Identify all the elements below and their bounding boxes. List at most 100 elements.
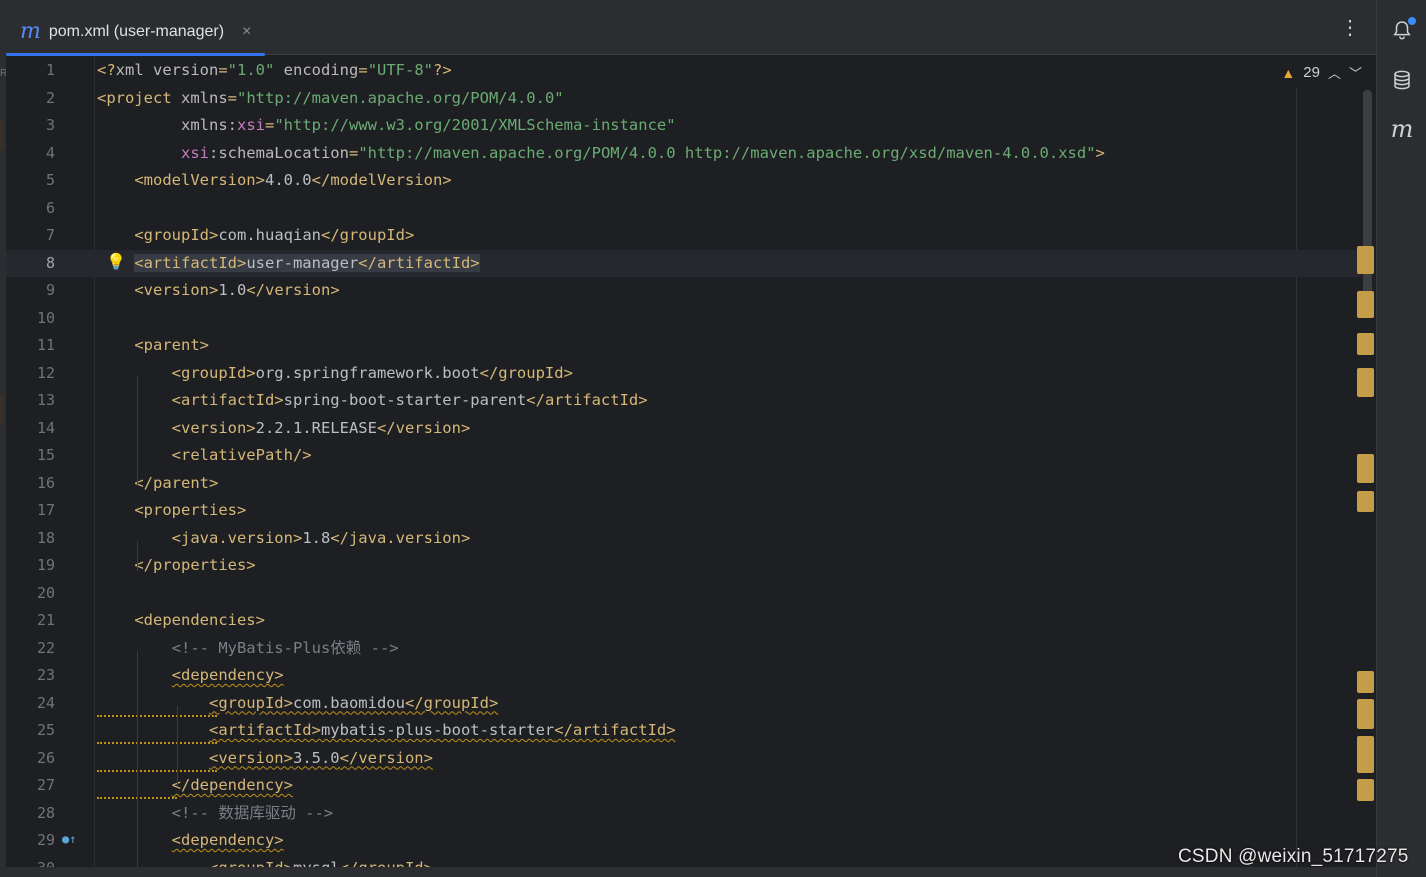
code-line[interactable]: 15 <relativePath/> bbox=[6, 442, 1361, 470]
line-number: 21 bbox=[36, 611, 55, 629]
close-icon[interactable]: × bbox=[242, 23, 251, 41]
code-line[interactable]: 6 bbox=[6, 195, 1361, 223]
warning-squiggle bbox=[97, 739, 217, 744]
code-text: <project xmlns="http://maven.apache.org/… bbox=[97, 85, 564, 113]
indent-guide bbox=[137, 376, 138, 486]
warning-marker[interactable] bbox=[1357, 291, 1374, 318]
code-line[interactable]: 26 <version>3.5.0</version> bbox=[6, 745, 1361, 773]
code-token: </version> bbox=[376, 418, 471, 437]
code-line[interactable]: 11 <parent> bbox=[6, 332, 1361, 360]
warning-marker[interactable] bbox=[1357, 779, 1374, 801]
code-line[interactable]: 18 <java.version>1.8</java.version> bbox=[6, 525, 1361, 553]
code-line[interactable]: 23 <dependency> bbox=[6, 662, 1361, 690]
tab-title: pom.xml (user-manager) bbox=[48, 22, 225, 40]
code-line[interactable]: 8 <artifactId>user-manager</artifactId> 💡 bbox=[6, 249, 1361, 277]
maven-tool-icon[interactable]: m bbox=[1390, 115, 1414, 143]
code-text: <groupId>org.springframework.boot</group… bbox=[97, 360, 573, 388]
code-token: <? bbox=[97, 61, 116, 79]
code-line[interactable]: 4 xsi:schemaLocation="http://maven.apach… bbox=[6, 140, 1361, 168]
code-line[interactable]: 9 <version>1.0</version> bbox=[6, 277, 1361, 305]
code-line[interactable]: 1 <?xml version="1.0" encoding="UTF-8"?> bbox=[6, 57, 1361, 85]
code-text: <groupId>com.huaqian</groupId> bbox=[97, 222, 414, 250]
database-icon[interactable] bbox=[1390, 68, 1414, 92]
code-token: </artifactId> bbox=[526, 391, 648, 409]
previous-highlight-icon[interactable]: ︿ bbox=[1328, 63, 1341, 82]
code-editor[interactable]: 1 <?xml version="1.0" encoding="UTF-8"?> 2… bbox=[6, 56, 1376, 867]
line-number: 26 bbox=[36, 748, 55, 767]
maven-file-icon: m bbox=[20, 18, 41, 44]
warning-marker[interactable] bbox=[1357, 246, 1374, 274]
code-line[interactable]: 10 bbox=[6, 305, 1361, 333]
line-number: 3 bbox=[45, 116, 55, 134]
code-text: <!-- MyBatis-Plus依赖 --> bbox=[97, 635, 399, 663]
warning-marker[interactable] bbox=[1357, 454, 1374, 483]
code-token: xmlns bbox=[181, 88, 228, 107]
code-token: </version> bbox=[339, 748, 433, 767]
code-line[interactable]: 14 <version>2.2.1.RELEASE</version> bbox=[6, 415, 1361, 443]
warning-marker[interactable] bbox=[1357, 699, 1374, 729]
code-line[interactable]: 7 <groupId>com.huaqian</groupId> bbox=[6, 222, 1361, 250]
code-line[interactable]: 20 bbox=[6, 580, 1361, 608]
code-line[interactable]: 19 </properties> bbox=[6, 552, 1361, 580]
lightbulb-icon[interactable]: 💡 bbox=[106, 252, 126, 271]
code-line[interactable]: 27 </dependency> bbox=[6, 772, 1361, 800]
code-token: </groupId> bbox=[404, 693, 499, 712]
code-line[interactable]: 25 <artifactId>mybatis-plus-boot-starter… bbox=[6, 717, 1361, 745]
watermark: CSDN @weixin_51717275 bbox=[1178, 846, 1409, 867]
line-number: 24 bbox=[36, 693, 55, 712]
code-token: <parent> bbox=[97, 336, 209, 354]
code-token: <!-- MyBatis-Plus依赖 --> bbox=[97, 638, 399, 657]
code-line[interactable]: 16 </parent> bbox=[6, 470, 1361, 498]
line-number: 17 bbox=[36, 501, 55, 519]
code-token: <groupId> bbox=[97, 226, 219, 244]
tab-pom-xml[interactable]: m pom.xml (user-manager) × bbox=[6, 8, 266, 56]
code-token: 3.5.0 bbox=[292, 748, 340, 767]
code-line[interactable]: 21 <dependencies> bbox=[6, 607, 1361, 635]
code-token: <version> bbox=[208, 748, 293, 767]
code-token: > bbox=[1095, 143, 1105, 162]
code-text: <dependency> bbox=[97, 827, 284, 855]
notifications-bell-icon[interactable] bbox=[1390, 17, 1416, 42]
warning-marker[interactable] bbox=[1357, 736, 1374, 773]
code-line[interactable]: 12 <groupId>org.springframework.boot</gr… bbox=[6, 360, 1361, 388]
next-highlight-icon[interactable]: ﹀ bbox=[1349, 63, 1362, 82]
line-number: 1 bbox=[45, 61, 55, 79]
code-line[interactable]: 22 <!-- MyBatis-Plus依赖 --> bbox=[6, 635, 1361, 663]
line-number: 9 bbox=[45, 281, 55, 299]
code-line[interactable]: 3 xmlns:xsi="http://www.w3.org/2001/XMLS… bbox=[6, 112, 1361, 140]
code-line[interactable]: 5 <modelVersion>4.0.0</modelVersion> bbox=[6, 167, 1361, 195]
code-line[interactable]: 24 <groupId>com.baomidou</groupId> bbox=[6, 690, 1361, 718]
warning-marker[interactable] bbox=[1357, 671, 1374, 693]
code-line[interactable]: 29 <dependency> ●↑ bbox=[6, 827, 1361, 855]
override-gutter-icon[interactable]: ●↑ bbox=[62, 832, 76, 846]
line-number: 13 bbox=[36, 391, 55, 409]
indent-guide bbox=[137, 651, 138, 867]
warning-count: 29 bbox=[1303, 64, 1320, 81]
inspection-widget[interactable]: ▲ 29 ︿ ﹀ bbox=[1281, 63, 1362, 82]
code-token: <modelVersion> bbox=[97, 171, 265, 189]
code-text: <version>2.2.1.RELEASE</version> bbox=[97, 415, 471, 443]
more-options-icon[interactable]: ⋮ bbox=[1340, 18, 1360, 38]
warning-marker[interactable] bbox=[1357, 333, 1374, 355]
code-token: com.huaqian bbox=[218, 226, 321, 244]
code-line[interactable]: 2 <project xmlns="http://maven.apache.org… bbox=[6, 85, 1361, 113]
notification-dot bbox=[1408, 17, 1416, 25]
code-token: <dependency> bbox=[171, 831, 284, 849]
line-number: 12 bbox=[36, 363, 55, 382]
code-line[interactable]: 30 <groupId>mysql</groupId> bbox=[6, 855, 1361, 868]
warning-marker[interactable] bbox=[1357, 491, 1374, 512]
code-token: </version> bbox=[246, 281, 340, 299]
code-line[interactable]: 28 <!-- 数据库驱动 --> bbox=[6, 800, 1361, 828]
line-number: 2 bbox=[45, 88, 55, 107]
code-token: </properties> bbox=[97, 556, 256, 574]
code-line[interactable]: 17 <properties> bbox=[6, 497, 1361, 525]
warning-marker[interactable] bbox=[1357, 368, 1374, 397]
code-line[interactable]: 13 <artifactId>spring-boot-starter-paren… bbox=[6, 387, 1361, 415]
code-text: <!-- 数据库驱动 --> bbox=[97, 800, 334, 828]
line-number: 28 bbox=[36, 803, 55, 822]
code-token: ?> bbox=[433, 61, 452, 79]
code-token: 2.2.1.RELEASE bbox=[255, 418, 377, 437]
